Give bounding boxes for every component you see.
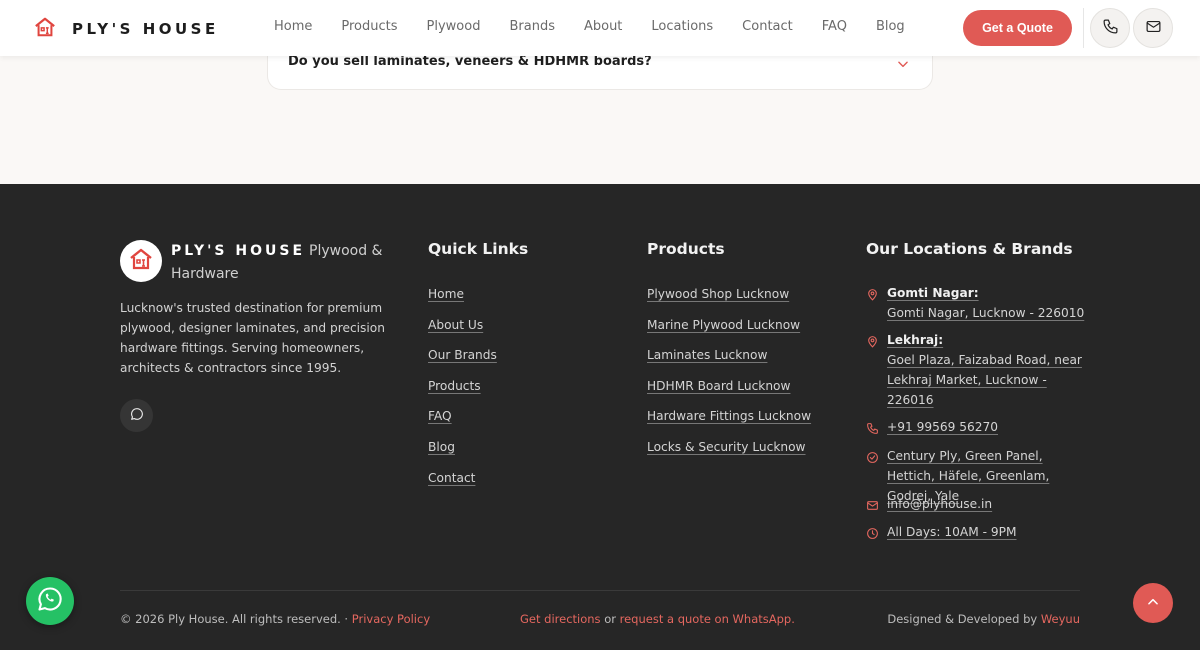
- chat-button[interactable]: [120, 399, 153, 432]
- nav-plywood[interactable]: Plywood: [427, 19, 481, 34]
- footer-brand-title: PLY'S HOUSE: [171, 243, 306, 259]
- phone-icon: [1102, 18, 1119, 39]
- mail-button[interactable]: [1133, 8, 1173, 48]
- footer-divider: [120, 590, 1080, 591]
- product-link-plywood-shop[interactable]: Plywood Shop Lucknow: [647, 287, 811, 318]
- product-link-hdhmr[interactable]: HDHMR Board Lucknow: [647, 379, 811, 410]
- scroll-top-button[interactable]: [1133, 583, 1173, 623]
- check-circle-icon: [866, 449, 879, 463]
- privacy-policy-link[interactable]: Privacy Policy: [352, 612, 430, 626]
- get-directions-link[interactable]: Get directions: [520, 612, 601, 626]
- get-quote-button[interactable]: Get a Quote: [963, 10, 1072, 46]
- footer-link-contact[interactable]: Contact: [428, 471, 497, 502]
- locations-title: Our Locations & Brands: [866, 240, 1073, 258]
- footer-cta: Get directions or request a quote on Wha…: [520, 612, 795, 626]
- location-lekhraj[interactable]: Lekhraj: Goel Plaza, Faizabad Road, near…: [866, 330, 1087, 410]
- nav-brands[interactable]: Brands: [509, 19, 555, 34]
- credits: Designed & Developed by Weyuu: [887, 612, 1080, 626]
- chevron-down-icon: [896, 56, 910, 70]
- phone-number: +91 99569 56270: [887, 420, 999, 434]
- footer-link-blog[interactable]: Blog: [428, 440, 497, 471]
- logo[interactable]: PLY'S HOUSE: [34, 16, 219, 42]
- phone-icon: [866, 420, 879, 434]
- nav-locations[interactable]: Locations: [651, 19, 713, 34]
- phone-item[interactable]: +91 99569 56270: [866, 417, 1087, 437]
- chevron-up-icon: [1146, 594, 1160, 613]
- map-pin-icon: [866, 286, 879, 301]
- whatsapp-button[interactable]: [26, 577, 74, 625]
- main-nav: Home Products Plywood Brands About Locat…: [274, 19, 934, 34]
- nav-contact[interactable]: Contact: [742, 19, 793, 34]
- chat-icon: [129, 406, 145, 426]
- designed-by-text: Designed & Developed by: [887, 612, 1038, 626]
- whatsapp-icon: [36, 585, 64, 617]
- products-list: Plywood Shop Lucknow Marine Plywood Luck…: [647, 287, 811, 471]
- gomti-label: Gomti Nagar:: [887, 286, 979, 300]
- footer-link-about[interactable]: About Us: [428, 318, 497, 349]
- product-link-laminates[interactable]: Laminates Lucknow: [647, 348, 811, 379]
- lekhraj-label: Lekhraj:: [887, 333, 944, 347]
- location-gomti-nagar[interactable]: Gomti Nagar: Gomti Nagar, Lucknow - 2260…: [866, 283, 1087, 323]
- gomti-address: Gomti Nagar, Lucknow - 226010: [887, 306, 1085, 320]
- email-item[interactable]: info@plyhouse.in: [866, 494, 1087, 514]
- email-address: info@plyhouse.in: [887, 497, 993, 511]
- footer-link-home[interactable]: Home: [428, 287, 497, 318]
- mail-icon: [1145, 18, 1162, 39]
- nav-about[interactable]: About: [584, 19, 622, 34]
- clock-icon: [866, 525, 879, 539]
- footer-logo: [120, 240, 162, 282]
- whatsapp-quote-link[interactable]: request a quote on WhatsApp.: [620, 612, 795, 626]
- map-pin-icon: [866, 333, 879, 348]
- site-header: PLY'S HOUSE Home Products Plywood Brands…: [0, 0, 1200, 56]
- footer-link-faq[interactable]: FAQ: [428, 409, 497, 440]
- nav-products[interactable]: Products: [341, 19, 397, 34]
- phone-button[interactable]: [1090, 8, 1130, 48]
- mail-icon: [866, 497, 879, 510]
- nav-home[interactable]: Home: [274, 19, 312, 34]
- footer-link-brands[interactable]: Our Brands: [428, 348, 497, 379]
- copyright: © 2026 Ply House. All rights reserved. ·…: [120, 612, 430, 626]
- cta-or: or: [604, 612, 616, 626]
- header-divider: [1083, 8, 1084, 48]
- quick-links-list: Home About Us Our Brands Products FAQ Bl…: [428, 287, 497, 501]
- products-title: Products: [647, 240, 725, 258]
- developer-link[interactable]: Weyuu: [1041, 612, 1080, 626]
- copyright-text: © 2026 Ply House. All rights reserved. ·: [120, 612, 349, 626]
- house-logo-icon: [129, 247, 153, 275]
- faq-question: Do you sell laminates, veneers & HDHMR b…: [288, 54, 652, 69]
- product-link-marine-plywood[interactable]: Marine Plywood Lucknow: [647, 318, 811, 349]
- house-logo-icon: [34, 16, 56, 42]
- footer-description: Lucknow's trusted destination for premiu…: [120, 301, 385, 375]
- logo-text: PLY'S HOUSE: [72, 20, 219, 38]
- hours-text: All Days: 10AM - 9PM: [887, 525, 1017, 539]
- nav-blog[interactable]: Blog: [876, 19, 905, 34]
- product-link-hardware[interactable]: Hardware Fittings Lucknow: [647, 409, 811, 440]
- hours-item[interactable]: All Days: 10AM - 9PM: [866, 522, 1087, 542]
- lekhraj-address: Goel Plaza, Faizabad Road, near Lekhraj …: [887, 353, 1082, 407]
- nav-faq[interactable]: FAQ: [822, 19, 847, 34]
- footer-link-products[interactable]: Products: [428, 379, 497, 410]
- product-link-locks[interactable]: Locks & Security Lucknow: [647, 440, 811, 471]
- quick-links-title: Quick Links: [428, 240, 529, 258]
- footer-brand-name: PLY'S HOUSE Plywood & Hardware: [171, 240, 386, 286]
